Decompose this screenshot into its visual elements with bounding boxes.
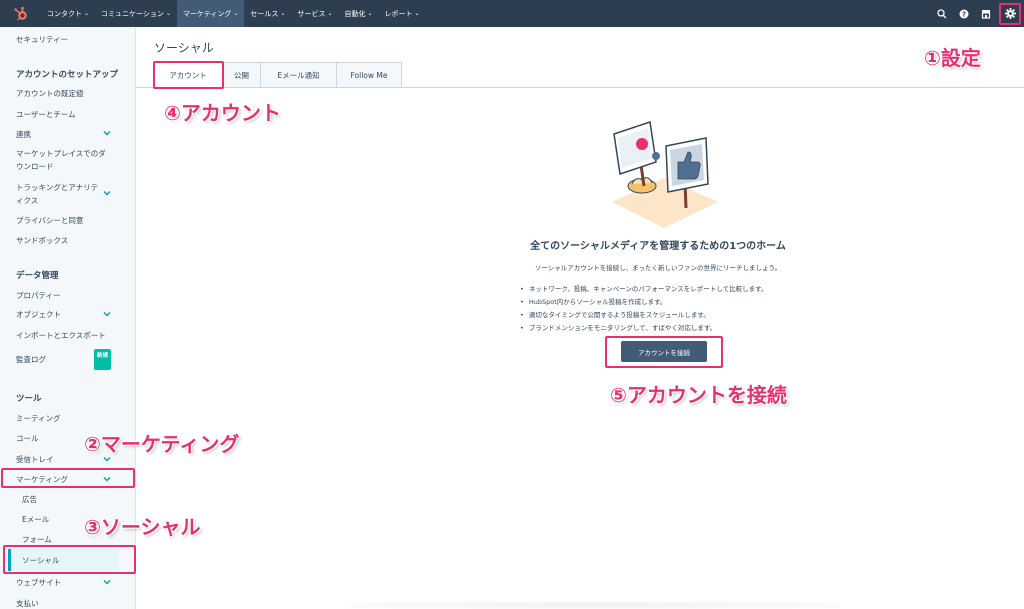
chevron-down-icon: ⌄ [280,10,286,17]
top-navigation: コンタクト ⌄ コミュニケーション ⌄ マーケティング ⌄ セールス ⌄ サービス ⌄ 自… [0,0,1024,27]
nav-marketing[interactable]: マーケティング ⌄ [176,0,245,27]
hubspot-logo-icon[interactable] [13,6,29,22]
list-item: 適切なタイミングで公開するよう投稿をスケジュールします。 [520,309,767,322]
chevron-down-icon: ⌄ [165,10,171,17]
nav-contacts[interactable]: コンタクト ⌄ [41,0,95,27]
tab-label: Follow Me [350,70,388,80]
sidebar-item-import-export[interactable]: インポートとエクスポート [16,329,116,342]
nav-label: サービス [297,9,326,18]
nav-label: マーケティング [182,9,232,18]
chevron-down-icon[interactable] [103,310,111,318]
sidebar-subitem-forms[interactable]: フォーム [22,534,52,545]
sidebar-item-security[interactable]: セキュリティー [16,33,116,46]
nav-label: コミュニケーション [101,9,164,18]
highlight-accounts-tab [153,61,224,89]
bottom-shadow [350,601,840,609]
feature-list: ネットワーク、投稿、キャンペーンのパフォーマンスをレポートして比較します。 Hu… [520,283,768,335]
tab-label: 公開 [234,70,249,80]
svg-text:?: ? [962,10,966,18]
gear-icon [1004,4,1016,23]
nav-label: コンタクト [47,9,82,18]
annotation-account: ④アカウント [164,101,281,125]
chevron-down-icon: ⌄ [367,10,373,17]
sidebar-item-sandbox[interactable]: サンドボックス [16,234,116,247]
highlight-marketing [1,468,135,488]
annotation-social: ③ソーシャル [84,515,201,539]
sidebar-item-marketplace-downloads[interactable]: マーケットプレイスでのダウンロード [16,147,108,173]
social-signs-illustration [612,121,718,228]
nav-label: レポート [384,9,413,18]
chevron-down-icon[interactable] [103,578,111,586]
chevron-down-icon[interactable] [103,129,111,137]
marketplace-icon[interactable] [975,0,997,27]
list-item: HubSpot内からソーシャル投稿を作成します。 [520,296,767,309]
sidebar-heading-account-setup: アカウントのセットアップ [16,70,119,80]
sidebar-item-users-teams[interactable]: ユーザーとチーム [16,108,116,121]
nav-reports[interactable]: レポート ⌄ [379,0,426,27]
tab-label: Eメール通知 [277,70,320,80]
page-title: ソーシャル [154,41,214,55]
sidebar-heading-tools: ツール [16,394,42,404]
annotation-connect: ⑤アカウントを接続 [610,383,787,407]
empty-state-description: ソーシャルアカウントを接続し、まったく新しいファンの世界にリーチしましょう。 [534,264,782,272]
nav-label: 自動化 [344,9,366,18]
sidebar-subitem-email[interactable]: Eメール [22,514,49,525]
nav-utilities: ? [931,0,1024,27]
sidebar-item-properties[interactable]: プロパティー [16,289,116,302]
list-item: ブランドメンションをモニタリングして、すばやく対応します。 [520,322,767,335]
chevron-down-icon: ⌄ [233,10,239,17]
sidebar-heading-data-management: データ管理 [16,271,59,281]
tab-publishing[interactable]: 公開 [223,62,261,88]
sidebar-item-meetings[interactable]: ミーティング [16,412,116,425]
tab-divider [136,87,1024,88]
list-item: ネットワーク、投稿、キャンペーンのパフォーマンスをレポートして比較します。 [520,283,768,296]
tab-follow-me[interactable]: Follow Me [337,62,402,88]
empty-state-title: 全てのソーシャルメディアを管理するための1つのホーム [530,241,786,252]
annotation-marketing: ②マーケティング [84,432,240,456]
sidebar-item-tracking-analytics[interactable]: トラッキングとアナリティクス [16,181,102,207]
chevron-down-icon: ⌄ [327,10,333,17]
highlight-connect-button [605,336,723,368]
sidebar-item-account-defaults[interactable]: アカウントの既定値 [16,87,116,100]
annotation-settings: ①設定 [924,46,981,70]
nav-automation[interactable]: 自動化 ⌄ [338,0,378,27]
highlight-social [3,545,136,574]
sidebar-item-integrations[interactable]: 連携 [16,128,116,141]
settings-button[interactable] [999,2,1021,25]
help-icon[interactable]: ? [953,0,975,27]
chevron-down-icon: ⌄ [84,10,90,17]
tab-email-notifications[interactable]: Eメール通知 [261,62,337,88]
sidebar-item-website[interactable]: ウェブサイト [16,576,116,589]
nav-sales[interactable]: セールス ⌄ [244,0,291,27]
sidebar-subitem-ads[interactable]: 広告 [22,494,37,505]
chevron-down-icon[interactable] [103,189,111,197]
nav-conversations[interactable]: コミュニケーション ⌄ [95,0,177,27]
chevron-down-icon: ⌄ [414,10,420,17]
sidebar-item-objects[interactable]: オブジェクト [16,308,116,321]
sidebar-item-privacy-consent[interactable]: プライバシーと同意 [16,214,116,227]
nav-label: セールス [250,9,279,18]
search-icon[interactable] [931,0,953,27]
nav-service[interactable]: サービス ⌄ [291,0,338,27]
new-badge: 新規 [94,349,111,370]
sidebar-item-payments[interactable]: 支払い [16,597,116,609]
